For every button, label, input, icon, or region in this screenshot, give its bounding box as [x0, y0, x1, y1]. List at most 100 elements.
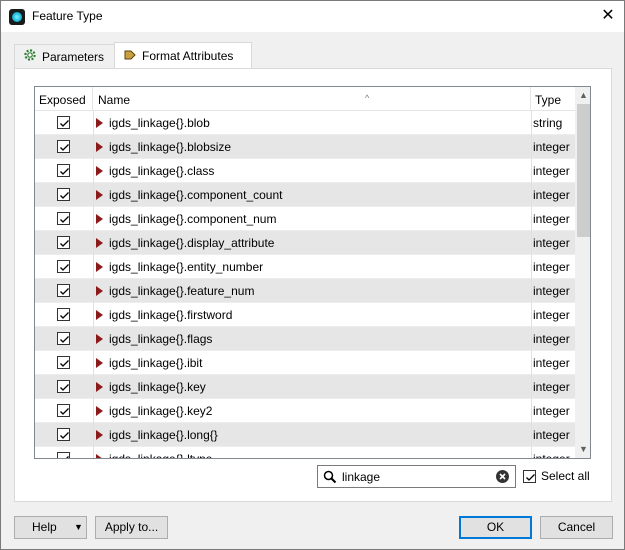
exposed-checkbox[interactable] — [57, 188, 70, 201]
checkmark-icon — [60, 384, 69, 391]
exposed-checkbox[interactable] — [57, 260, 70, 273]
table-row[interactable]: igds_linkage{}.key integer — [35, 375, 575, 399]
table-row[interactable]: igds_linkage{}.feature_num integer — [35, 279, 575, 303]
gear-icon — [23, 48, 37, 65]
expand-arrow-icon[interactable] — [96, 214, 103, 224]
search-icon — [323, 470, 337, 487]
checkmark-icon — [60, 360, 69, 367]
table-row[interactable]: igds_linkage{}.display_attribute integer — [35, 231, 575, 255]
apply-to-button[interactable]: Apply to... — [95, 516, 168, 539]
expand-arrow-icon[interactable] — [96, 406, 103, 416]
vertical-scrollbar[interactable]: ▲ ▼ — [575, 87, 590, 458]
table-row[interactable]: igds_linkage{}.firstword integer — [35, 303, 575, 327]
expand-arrow-icon[interactable] — [96, 334, 103, 344]
column-separator — [531, 255, 532, 279]
expand-arrow-icon[interactable] — [96, 310, 103, 320]
expand-arrow-icon[interactable] — [96, 142, 103, 152]
expand-arrow-icon[interactable] — [96, 454, 103, 458]
attribute-name: igds_linkage{}.ibit — [109, 356, 203, 370]
expand-arrow-icon[interactable] — [96, 382, 103, 392]
sort-ascending-icon: ^ — [365, 93, 370, 103]
checkmark-icon — [60, 144, 69, 151]
expand-arrow-icon[interactable] — [96, 430, 103, 440]
exposed-checkbox[interactable] — [57, 332, 70, 345]
table-row[interactable]: igds_linkage{}.class integer — [35, 159, 575, 183]
column-separator — [531, 327, 532, 351]
tab-parameters[interactable]: Parameters — [14, 44, 115, 68]
tab-format-attributes[interactable]: Format Attributes — [114, 42, 252, 69]
column-separator — [93, 159, 94, 183]
attribute-name: igds_linkage{}.blob — [109, 116, 210, 130]
cancel-button[interactable]: Cancel — [540, 516, 613, 539]
expand-arrow-icon[interactable] — [96, 286, 103, 296]
column-separator — [531, 447, 532, 458]
chevron-down-icon: ▼ — [74, 522, 83, 532]
exposed-checkbox[interactable] — [57, 380, 70, 393]
exposed-checkbox[interactable] — [57, 356, 70, 369]
table-row[interactable]: igds_linkage{}.blob string — [35, 111, 575, 135]
arrow-right-icon — [123, 48, 137, 65]
attribute-type: integer — [533, 428, 570, 442]
table-row[interactable]: igds_linkage{}.long{} integer — [35, 423, 575, 447]
table-row[interactable]: igds_linkage{}.key2 integer — [35, 399, 575, 423]
expand-arrow-icon[interactable] — [96, 358, 103, 368]
column-separator — [93, 447, 94, 458]
search-field[interactable] — [317, 465, 516, 489]
table-row[interactable]: igds_linkage{}.entity_number integer — [35, 255, 575, 279]
scroll-thumb[interactable] — [577, 104, 590, 237]
table-row[interactable]: igds_linkage{}.ibit integer — [35, 351, 575, 375]
ok-button[interactable]: OK — [459, 516, 532, 539]
exposed-checkbox[interactable] — [57, 308, 70, 321]
attribute-type: integer — [533, 236, 570, 250]
table-header: Exposed Name ^ Type — [35, 87, 575, 111]
checkmark-icon — [60, 168, 69, 175]
exposed-checkbox[interactable] — [57, 284, 70, 297]
attribute-name: igds_linkage{}.ltype — [109, 452, 213, 459]
scroll-up-icon[interactable]: ▲ — [575, 87, 590, 104]
attribute-name: igds_linkage{}.entity_number — [109, 260, 264, 274]
column-header-exposed[interactable]: Exposed — [35, 87, 93, 111]
expand-arrow-icon[interactable] — [96, 166, 103, 176]
column-header-name[interactable]: Name ^ — [93, 87, 531, 111]
expand-arrow-icon[interactable] — [96, 118, 103, 128]
table-row[interactable]: igds_linkage{}.component_num integer — [35, 207, 575, 231]
tab-parameters-label: Parameters — [42, 49, 105, 64]
search-input[interactable] — [342, 466, 492, 489]
exposed-checkbox[interactable] — [57, 404, 70, 417]
scroll-down-icon[interactable]: ▼ — [575, 441, 590, 458]
table-row[interactable]: igds_linkage{}.blobsize integer — [35, 135, 575, 159]
column-separator — [93, 303, 94, 327]
attribute-type: string — [533, 116, 563, 130]
exposed-checkbox[interactable] — [57, 236, 70, 249]
help-button[interactable]: Help ▼ — [14, 516, 87, 539]
checkmark-icon — [60, 408, 69, 415]
column-separator — [531, 159, 532, 183]
checkmark-icon — [60, 312, 69, 319]
attribute-type: integer — [533, 380, 570, 394]
expand-arrow-icon[interactable] — [96, 238, 103, 248]
table-row[interactable]: igds_linkage{}.flags integer — [35, 327, 575, 351]
select-all-checkbox[interactable] — [523, 470, 536, 483]
checkmark-icon — [60, 288, 69, 295]
column-header-type[interactable]: Type — [531, 87, 575, 111]
column-separator — [531, 423, 532, 447]
exposed-checkbox[interactable] — [57, 212, 70, 225]
column-separator — [93, 351, 94, 375]
table-row[interactable]: igds_linkage{}.component_count integer — [35, 183, 575, 207]
exposed-checkbox[interactable] — [57, 116, 70, 129]
expand-arrow-icon[interactable] — [96, 262, 103, 272]
exposed-checkbox[interactable] — [57, 452, 70, 458]
column-separator — [531, 351, 532, 375]
exposed-checkbox[interactable] — [57, 164, 70, 177]
column-separator — [93, 327, 94, 351]
table-row[interactable]: igds_linkage{}.ltype integer — [35, 447, 575, 459]
clear-search-icon[interactable] — [495, 469, 510, 487]
exposed-checkbox[interactable] — [57, 428, 70, 441]
attribute-name: igds_linkage{}.key2 — [109, 404, 213, 418]
expand-arrow-icon[interactable] — [96, 190, 103, 200]
column-separator — [531, 183, 532, 207]
close-button[interactable]: ✕ — [596, 5, 620, 27]
title-bar: Feature Type ✕ — [1, 1, 624, 32]
column-separator — [531, 303, 532, 327]
exposed-checkbox[interactable] — [57, 140, 70, 153]
